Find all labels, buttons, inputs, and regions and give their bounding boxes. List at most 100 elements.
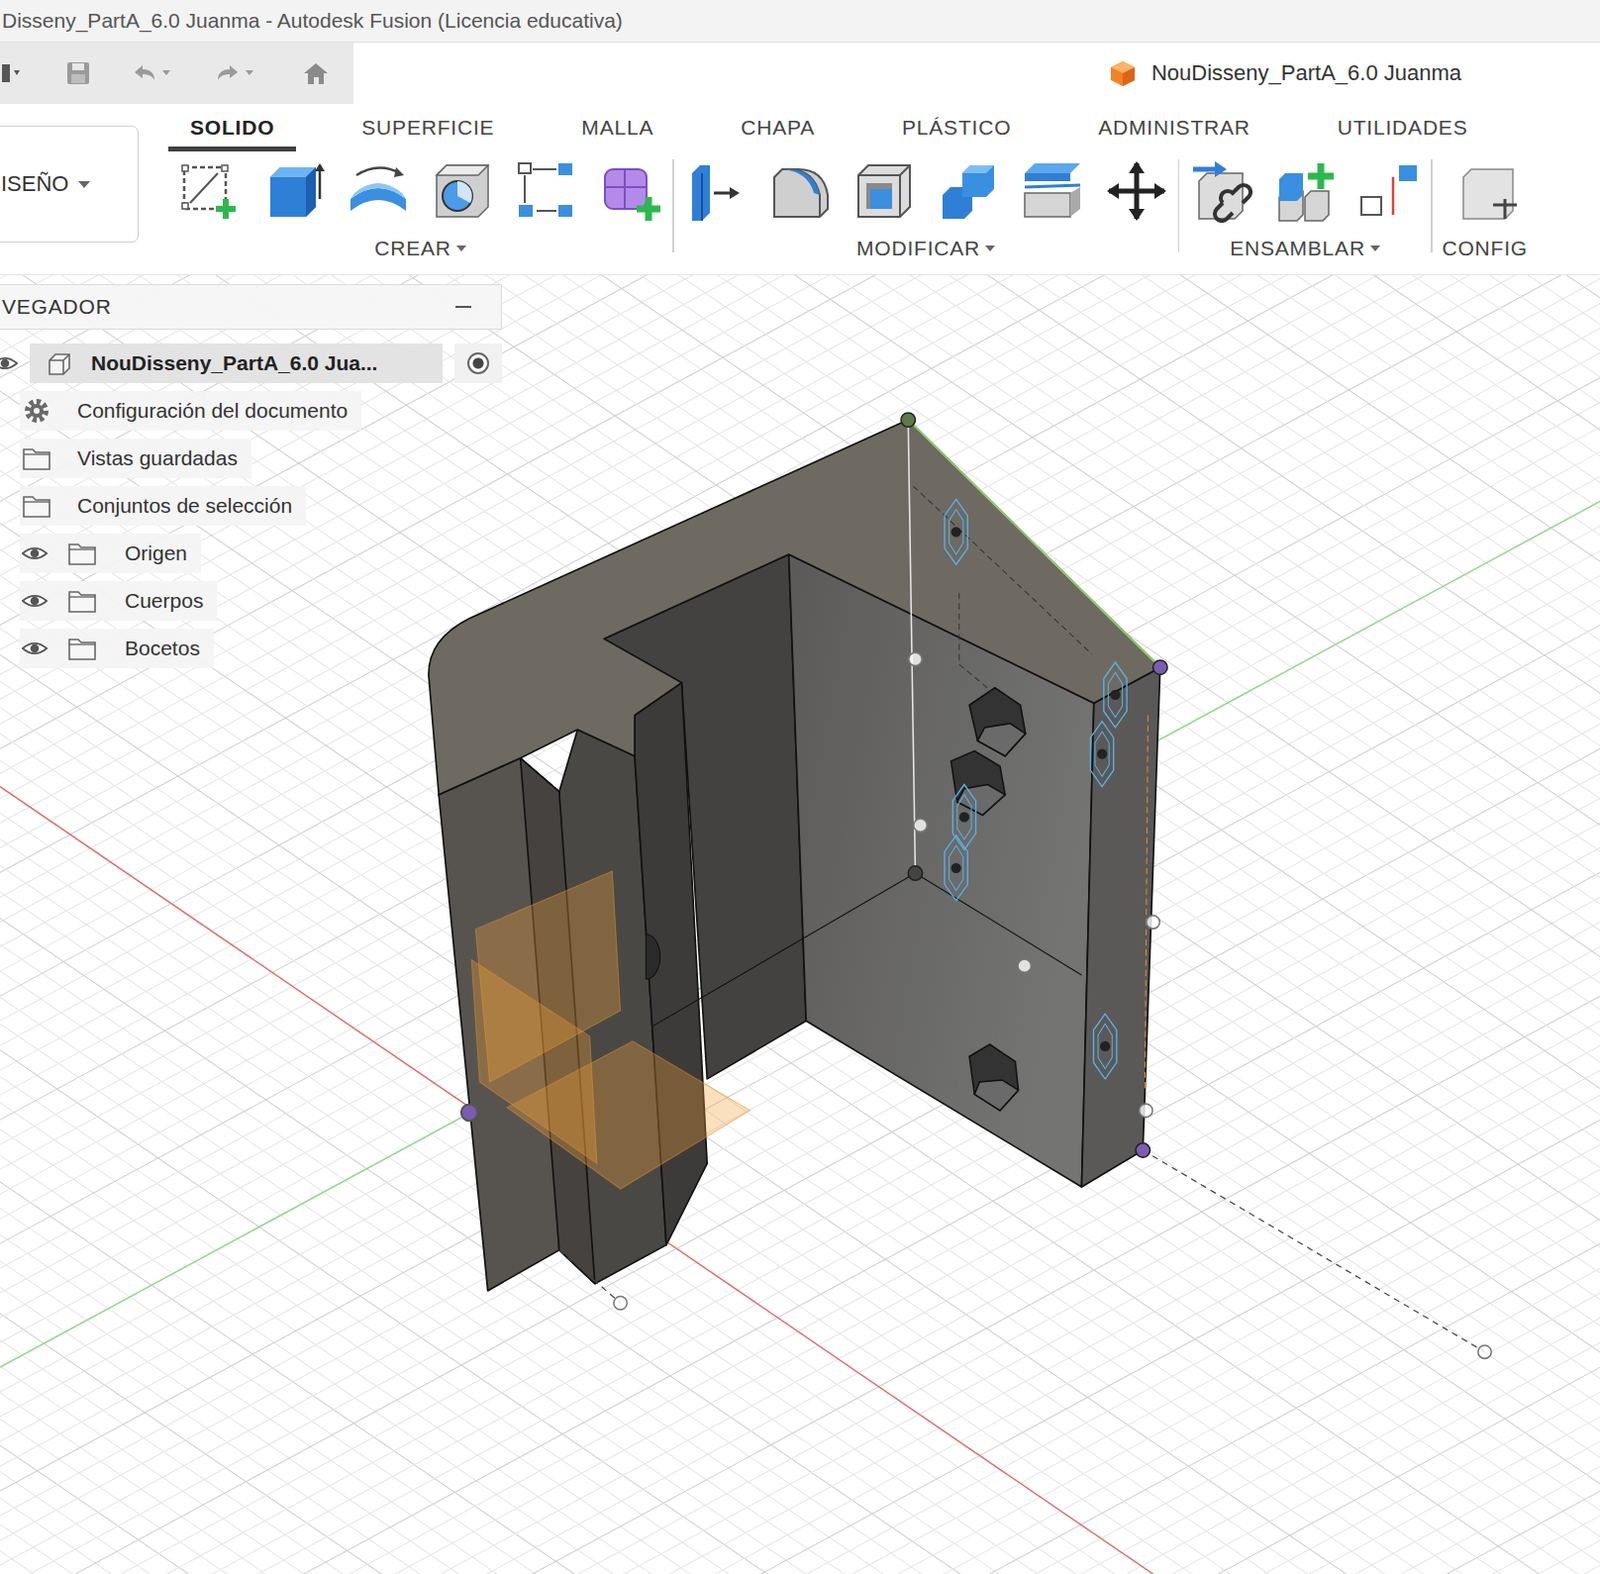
workspace-label: ISEÑO [0,171,69,198]
ribbon: ISEÑO SOLIDO SUPERFICIE MALLA CHAPA PLÁSTICO… [0,103,1600,276]
browser-item-box[interactable]: Cuerpos [19,581,217,621]
as-built-joint-icon[interactable] [1357,159,1421,223]
eye-icon[interactable] [0,354,18,373]
title-bar: Disseny_PartA_6.0 Juanma - Autodesk Fusi… [0,0,1600,43]
joint-icon[interactable] [1273,159,1337,223]
browser-item[interactable]: Conjuntos de selección [0,482,502,530]
ribbon-tab[interactable]: CHAPA [718,103,837,152]
browser-item-label: Bocetos [124,636,200,661]
folder-icon [67,633,98,664]
browser-item-box[interactable]: Bocetos [19,628,214,669]
part-body[interactable] [428,419,1161,1292]
browser-item-label: Conjuntos de selección [77,494,293,518]
browser-item[interactable]: Vistas guardadas [0,434,502,483]
hole-icon[interactable] [430,159,495,223]
combine-icon[interactable] [936,159,1000,223]
browser-item-box[interactable]: Configuración del documento [19,391,362,431]
browser-item[interactable]: Cuerpos [0,577,502,625]
browser-item-label: Origen [124,541,188,566]
browser-header: VEGADOR [0,284,502,330]
group-separator [1430,159,1433,253]
tool-group-label[interactable]: MODIFICAR [856,230,996,261]
y-axis [0,500,1600,1368]
document-tab[interactable]: NouDisseny_PartA_6.0 Juanma [1107,58,1462,89]
gear-icon [21,396,52,426]
eye-icon[interactable] [21,639,48,658]
caret-icon [985,245,996,252]
move-icon[interactable] [1104,159,1169,223]
new-component-icon[interactable] [1189,159,1253,223]
workspace-switcher[interactable]: ISEÑO [0,125,139,243]
folder-icon [21,443,52,474]
ribbon-tab[interactable]: MALLA [559,103,676,152]
ribbon-tab[interactable]: UTILIDADES [1315,103,1491,152]
configure-icon[interactable] [1453,159,1517,223]
revolve-icon[interactable] [346,159,410,223]
sketch-points[interactable] [461,412,1492,1359]
browser-root[interactable]: NouDisseny_PartA_6.0 Jua... [0,339,502,388]
hex-holes [951,688,1026,1111]
tool-group: MODIFICAR [674,151,1179,261]
browser-item-label: NouDisseny_PartA_6.0 Jua... [91,351,378,376]
construction-planes [471,871,750,1190]
radio-icon [467,352,490,375]
group-separator [672,159,675,253]
browser-item-label: Configuración del documento [77,399,348,423]
browser-item-box[interactable]: Vistas guardadas [19,438,252,479]
browser-item-box[interactable]: Conjuntos de selección [19,486,306,526]
browser-item-label: Cuerpos [124,589,203,613]
ribbon-tab[interactable]: SUPERFICIE [339,103,516,152]
tool-group-label[interactable]: ENSAMBLAR [1229,230,1381,261]
tool-icons [178,151,663,231]
browser-title: VEGADOR [1,295,112,319]
workspace: VEGADOR NouDisseny_PartA_6.0 Jua... Conf… [0,275,1600,1574]
file-menu-icon[interactable] [0,58,30,89]
pattern-icon[interactable] [514,159,579,223]
quick-access-bar: NouDisseny_PartA_6.0 Juanma [0,42,1600,104]
ribbon-tab[interactable]: PLÁSTICO [880,103,1033,152]
tool-group: CREAR [168,151,673,261]
design-cube-icon [1107,58,1138,89]
component-icon [43,348,74,379]
quick-access-tools [0,42,354,104]
browser-item[interactable]: Bocetos [0,624,502,673]
document-title: NouDisseny_PartA_6.0 Juanma [1151,60,1462,87]
redo-icon[interactable] [209,58,260,89]
tool-icons [1453,151,1517,231]
eye-icon[interactable] [21,544,48,563]
caret-icon [456,245,467,252]
tool-group-label[interactable]: CONFIG [1442,230,1528,261]
create-form-icon[interactable] [599,159,663,223]
tool-group: CONFIG [1432,151,1538,261]
fillet-icon[interactable] [768,159,832,223]
browser-item[interactable]: Origen [0,529,502,578]
undo-icon[interactable] [126,58,177,89]
extrude-icon[interactable] [262,159,326,223]
browser-panel: VEGADOR NouDisseny_PartA_6.0 Jua... Conf… [0,284,502,673]
folder-icon [67,538,98,569]
eye-icon[interactable] [21,592,48,610]
create-sketch-icon[interactable] [178,159,242,223]
document-tab-strip: NouDisseny_PartA_6.0 Juanma [353,42,1600,104]
window-title: Disseny_PartA_6.0 Juanma - Autodesk Fusi… [1,8,623,33]
sketch-overlay [559,419,1486,1353]
tool-group-label[interactable]: CREAR [374,230,467,261]
press-pull-icon[interactable] [684,159,748,223]
shell-icon[interactable] [852,159,916,223]
browser-item[interactable]: Configuración del documento [0,387,502,435]
split-face-icon[interactable] [1020,159,1085,223]
activate-radio[interactable] [454,343,502,384]
browser-item-label: Vistas guardadas [77,446,238,471]
ribbon-tabs: SOLIDO SUPERFICIE MALLA CHAPA PLÁSTICO ADMINI… [168,103,1538,152]
ribbon-tab[interactable]: SOLIDO [168,103,297,152]
save-icon[interactable] [63,58,94,89]
tool-group: ENSAMBLAR [1179,151,1431,261]
root-label-box[interactable]: NouDisseny_PartA_6.0 Jua... [29,343,443,384]
fusion-window: Disseny_PartA_6.0 Juanma - Autodesk Fusi… [0,0,1600,1574]
ribbon-tab[interactable]: ADMINISTRAR [1076,103,1272,152]
collapse-icon[interactable] [455,305,472,309]
tool-icons [1189,151,1421,231]
browser-item-box[interactable]: Origen [19,533,201,574]
home-icon[interactable] [300,58,331,89]
group-separator [1178,159,1181,253]
